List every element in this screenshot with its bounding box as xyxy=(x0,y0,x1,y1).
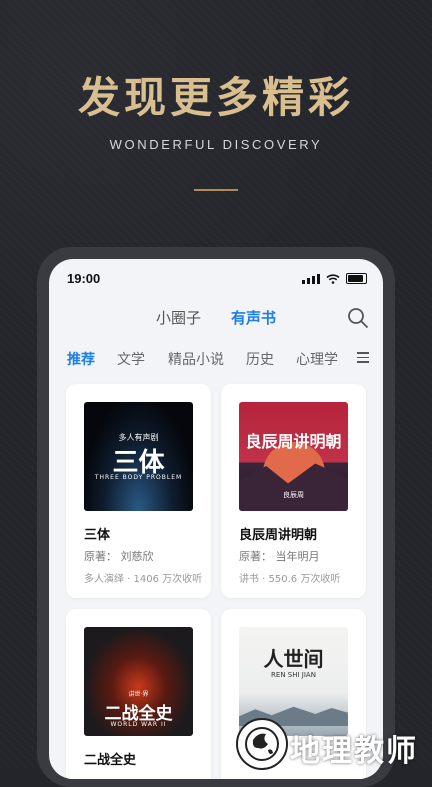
category-tab-recommend[interactable]: 推荐 xyxy=(67,349,95,369)
status-bar: 19:00 xyxy=(67,269,367,289)
cover-title: 人世间 xyxy=(263,647,324,671)
book-author: 原著： 刘慈欣 xyxy=(84,550,154,563)
book-title: 三体 xyxy=(84,528,111,543)
book-title: 二战全史 xyxy=(84,753,137,768)
book-cover: 良辰周讲明朝 良辰周 xyxy=(239,402,348,511)
globe-icon xyxy=(236,718,288,770)
hero-subtitle: WONDERFUL DISCOVERY xyxy=(109,137,323,152)
cover-subtitle: WORLD WAR II xyxy=(110,721,167,728)
category-tab-history[interactable]: 历史 xyxy=(246,349,274,369)
book-cover: 多人有声剧 三体 THREE BODY PROBLEM xyxy=(84,402,193,511)
status-time: 19:00 xyxy=(67,271,101,286)
category-tab-novels[interactable]: 精品小说 xyxy=(168,349,224,369)
tab-audiobook[interactable]: 有声书 xyxy=(231,307,276,328)
book-meta: 多人演绎 · 1406 万次收听 xyxy=(84,574,203,585)
battery-icon xyxy=(346,273,367,284)
status-icons xyxy=(302,273,367,284)
tab-circle[interactable]: 小圈子 xyxy=(156,307,201,328)
book-card[interactable]: 多人有声剧 三体 THREE BODY PROBLEM 三体 原著： 刘慈欣 多… xyxy=(66,384,211,598)
book-cover: 讲世·界 二战全史 WORLD WAR II xyxy=(84,627,193,736)
cover-subtitle: THREE BODY PROBLEM xyxy=(94,474,183,481)
watermark: 地理教师 xyxy=(232,716,432,770)
category-tab-psychology[interactable]: 心理学 xyxy=(296,349,338,369)
cover-subtitle: 良辰周 xyxy=(283,491,304,499)
top-tab-bar: 小圈子 有声书 xyxy=(49,307,383,329)
book-title: 良辰周讲明朝 xyxy=(239,528,318,543)
search-icon[interactable] xyxy=(347,307,369,329)
watermark-text: 地理教师 xyxy=(290,734,418,769)
book-meta: 讲书 · 550.6 万次收听 xyxy=(239,574,341,585)
book-card[interactable]: 良辰周讲明朝 良辰周 良辰周讲明朝 原著： 当年明月 讲书 · 550.6 万次… xyxy=(221,384,366,598)
category-tab-bar: 推荐 文学 精品小说 历史 心理学 xyxy=(67,349,369,369)
book-author: 原著： 当年明月 xyxy=(239,550,320,563)
menu-icon[interactable] xyxy=(357,352,369,364)
book-card[interactable]: 讲世·界 二战全史 WORLD WAR II 二战全史 xyxy=(66,609,211,779)
signal-icon xyxy=(302,273,320,284)
cover-title: 良辰周讲明朝 xyxy=(245,432,342,451)
wifi-icon xyxy=(326,273,340,284)
hero-title: 发现更多精彩 xyxy=(77,73,354,122)
hero-divider xyxy=(194,189,238,191)
cover-tagline: 讲世·界 xyxy=(128,691,149,698)
cover-subtitle: REN SHI JIAN xyxy=(271,671,316,679)
category-tab-literature[interactable]: 文学 xyxy=(117,349,145,369)
app-screen: 19:00 小圈子 有声书 推荐 文学 精品小说 历史 心理学 多人有声剧 三体… xyxy=(49,259,383,779)
